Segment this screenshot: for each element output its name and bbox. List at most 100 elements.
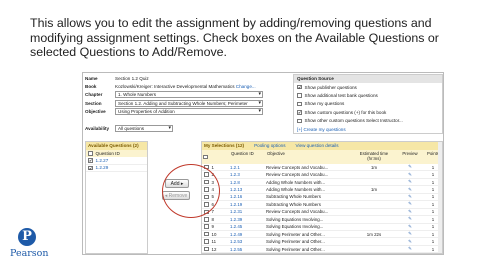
selection-row[interactable]: 5 1.2.16 Subtracting Whole Numbers ✎ 1	[202, 194, 442, 202]
question-id[interactable]: 1.2.16	[230, 194, 266, 199]
col-objective[interactable]: Objective	[266, 150, 352, 164]
selection-row[interactable]: 9 1.2.45 Solving Equations Involving... ✎ 1	[202, 224, 442, 231]
preview-icon[interactable]: ✎	[396, 179, 424, 185]
available-row[interactable]: ✔ 1.2.29	[86, 165, 147, 172]
source-option[interactable]: Show other custom questions Select Instr…	[294, 117, 442, 125]
chapter-label: Chapter	[85, 92, 103, 98]
estimated-time: 1m	[370, 164, 378, 170]
row-controls: 11	[202, 239, 230, 244]
select-all-checkbox[interactable]	[88, 151, 93, 156]
row-number: 9	[211, 224, 214, 230]
chapter-select[interactable]: 1. Whole Numbers	[115, 91, 263, 99]
checkbox[interactable]	[204, 224, 209, 229]
row-controls: 10	[202, 232, 230, 237]
select-all-checkbox[interactable]	[203, 154, 208, 160]
available-row[interactable]: ✔ 1.2.27	[86, 157, 147, 165]
preview-icon[interactable]: ✎	[396, 224, 424, 230]
question-id[interactable]: 1.2.27	[96, 158, 109, 163]
availability-row: Availability All questions	[85, 124, 290, 132]
selections-rows: 1 1.2.1 Review Concepts and Vocabu... 1m ✎ 1 2…	[202, 164, 442, 254]
name-row: Name Section 1.2 Quiz	[85, 74, 290, 82]
source-option-label: Show other custom questions Select Instr…	[304, 118, 403, 124]
selection-row[interactable]: 2 1.2.3 Review Concepts and Vocabu... ✎ 1	[202, 171, 442, 179]
selection-row[interactable]: 1 1.2.1 Review Concepts and Vocabu... 1m ✎ 1	[202, 164, 442, 172]
selections-toolbar: My Selections (12) Pooling options View …	[202, 142, 442, 150]
section-select[interactable]: Section 1.2. Adding and Subtracting Whol…	[115, 99, 263, 107]
question-id[interactable]: 1.2.3	[230, 172, 266, 177]
change-book-link[interactable]: Change...	[236, 84, 256, 89]
name-value[interactable]: Section 1.2 Quiz	[115, 76, 290, 81]
my-selections-panel: My Selections (12) Pooling options View …	[201, 141, 443, 254]
objective-row: Objective Using Properties of Addition	[85, 108, 290, 116]
book-name: Kozlowski/Kreiger: Interactive Developme…	[115, 84, 235, 90]
source-option[interactable]: Show additional test bank questions	[294, 91, 442, 99]
question-id[interactable]: 1.2.29	[96, 165, 109, 170]
selection-row[interactable]: 10 1.2.49 Solving Perimeter and Other... 1m…	[202, 231, 442, 239]
available-questions-panel: Available Questions (2) Question ID ✔ 1.2…	[85, 141, 148, 254]
selection-row[interactable]: 3 1.2.8 Adding Whole Numbers with... ✎ 1	[202, 179, 442, 187]
checkbox[interactable]	[204, 239, 209, 244]
checkbox[interactable]	[204, 231, 209, 237]
source-option[interactable]: ✔ Show custom questions (+) for this book	[294, 108, 442, 116]
question-id[interactable]: 1.2.49	[230, 232, 266, 237]
preview-icon[interactable]: ✎	[396, 194, 424, 200]
objective-select[interactable]: Using Properties of Addition	[115, 108, 263, 116]
source-option-label: Show custom questions (+) for this book	[304, 109, 387, 115]
preview-icon[interactable]: ✎	[396, 209, 424, 215]
preview-icon[interactable]: ✎	[396, 239, 424, 245]
pearson-logo: P Pearson	[10, 228, 49, 259]
selection-row[interactable]: 7 1.2.31 Review Concepts and Vocabu... ✎ 1	[202, 209, 442, 217]
source-option[interactable]: Show my questions	[294, 100, 442, 108]
checkbox[interactable]: ✔	[297, 110, 302, 115]
question-id[interactable]: 1.2.8	[230, 180, 266, 185]
preview-icon[interactable]: ✎	[396, 216, 424, 222]
create-questions-link[interactable]: [+] Create my questions	[294, 125, 442, 133]
name-label: Name	[85, 75, 98, 81]
selection-row[interactable]: 12 1.2.55 Solving Perimeter and Other... ✎ 1	[202, 246, 442, 254]
selection-row[interactable]: 4 1.2.13 Adding Whole Numbers with... 1m ✎ 1	[202, 186, 442, 194]
objective: Solving Perimeter and Other...	[266, 231, 325, 237]
col-estimated-time[interactable]: Estimated time (hr:ms)	[352, 150, 396, 164]
question-source-panel: Question Source ✔ Show publisher question…	[293, 74, 443, 134]
selection-row[interactable]: 6 1.2.19 Subtracting Whole Numbers ✎ 1	[202, 201, 442, 209]
view-details-link[interactable]: View question details	[296, 143, 339, 149]
checkbox[interactable]	[297, 101, 302, 107]
col-question-id[interactable]: Question ID	[230, 150, 266, 164]
question-id[interactable]: 1.2.31	[230, 209, 266, 214]
availability-select[interactable]: All questions	[115, 124, 173, 132]
question-id[interactable]: 1.2.1	[230, 165, 266, 170]
selections-header: Question ID Objective Estimated time (hr…	[202, 150, 442, 164]
checkbox[interactable]: ✔	[88, 158, 93, 163]
checkbox[interactable]: ✔	[88, 165, 93, 170]
question-id-header: Question ID	[95, 151, 120, 156]
checkbox[interactable]	[204, 217, 209, 222]
pooling-options-link[interactable]: Pooling options	[254, 143, 285, 149]
question-id[interactable]: 1.2.39	[230, 217, 266, 222]
objective: Subtracting Whole Numbers	[266, 194, 321, 200]
pearson-wordmark: Pearson	[10, 248, 49, 259]
checkbox[interactable]	[204, 246, 209, 252]
selection-row[interactable]: 8 1.2.39 Solving Equations Involving... ✎ 1	[202, 216, 442, 224]
question-id[interactable]: 1.2.13	[230, 187, 266, 192]
preview-icon[interactable]: ✎	[396, 187, 424, 193]
preview-icon[interactable]: ✎	[396, 231, 424, 237]
preview-icon[interactable]: ✎	[396, 172, 424, 178]
preview-icon[interactable]: ✎	[396, 201, 424, 207]
question-id[interactable]: 1.2.53	[230, 239, 266, 244]
preview-icon[interactable]: ✎	[396, 246, 424, 252]
objective: Review Concepts and Vocabu...	[266, 164, 329, 170]
question-id[interactable]: 1.2.19	[230, 202, 266, 207]
availability-label: Availability	[85, 125, 110, 131]
source-option[interactable]: ✔ Show publisher questions	[294, 83, 442, 91]
source-option-label: Show my questions	[304, 101, 345, 107]
selection-row[interactable]: 11 1.2.53 Solving Perimeter and Other... ✎ 1	[202, 238, 442, 246]
selections-scrollbar[interactable]	[438, 142, 442, 253]
question-id[interactable]: 1.2.45	[230, 224, 266, 229]
checkbox[interactable]	[297, 93, 302, 98]
objective: Review Concepts and Vocabu...	[266, 172, 329, 178]
checkbox[interactable]: ✔	[297, 84, 302, 90]
preview-icon[interactable]: ✎	[396, 164, 424, 170]
book-label: Book	[85, 84, 97, 90]
question-id[interactable]: 1.2.55	[230, 247, 266, 252]
checkbox[interactable]	[297, 118, 302, 123]
